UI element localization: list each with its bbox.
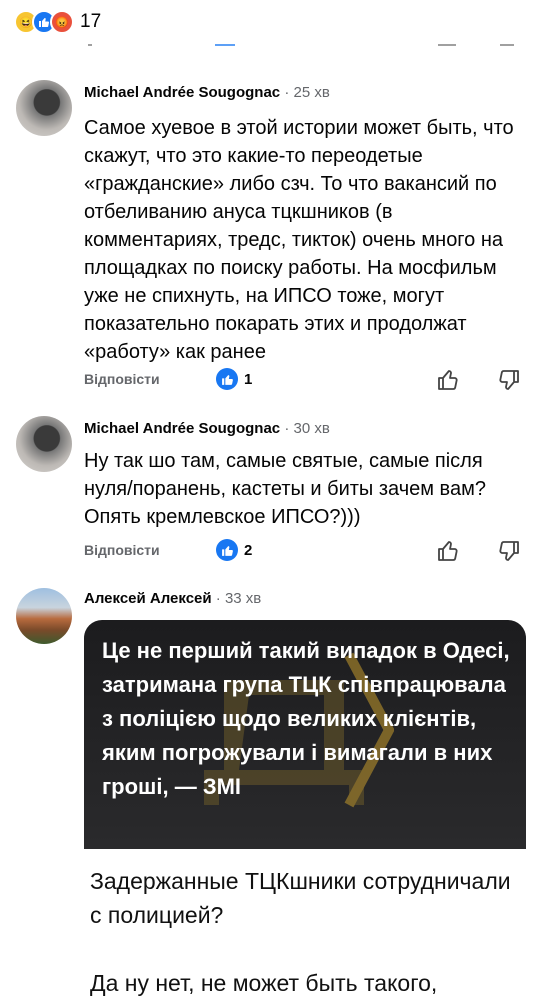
attachment-text: Задержанные ТЦКшники сотрудничали с поли… <box>90 864 520 999</box>
reaction-count: 17 <box>80 11 102 32</box>
attachment-text-line-1: Задержанные ТЦКшники сотрудничали с поли… <box>90 868 511 928</box>
like-count: 2 <box>244 541 253 559</box>
avatar[interactable] <box>16 416 72 472</box>
comment-time[interactable]: · 33 хв <box>212 590 262 607</box>
like-button-icon[interactable] <box>436 539 460 563</box>
comment-author[interactable]: Michael Andrée Sougognac · 30 хв <box>84 420 330 437</box>
attachment-text-line-2: Да ну нет, не может быть такого, <box>90 970 438 996</box>
comment-time[interactable]: · 25 хв <box>280 84 330 101</box>
angry-icon: 😡 <box>50 10 74 34</box>
reaction-summary[interactable]: 😆 😡 17 <box>14 10 101 34</box>
like-count-pill[interactable]: 2 <box>216 539 252 561</box>
comment-author[interactable]: Michael Andrée Sougognac · 25 хв <box>84 84 330 101</box>
dislike-button-icon[interactable] <box>497 539 521 563</box>
comment-time[interactable]: · 30 хв <box>280 420 330 437</box>
previous-actions-bar <box>0 38 538 56</box>
comment-attachment-image[interactable]: Це не перший такий випадок в Одесі, затр… <box>84 620 526 999</box>
like-icon <box>216 539 238 561</box>
like-count-pill[interactable]: 1 <box>216 368 252 390</box>
news-card: Це не перший такий випадок в Одесі, затр… <box>84 620 526 849</box>
like-count: 1 <box>244 370 253 388</box>
comment-actions: Відповісти 1 <box>84 368 524 394</box>
reply-button[interactable]: Відповісти <box>84 542 160 558</box>
like-button-icon[interactable] <box>436 368 460 392</box>
avatar[interactable] <box>16 80 72 136</box>
dislike-button-icon[interactable] <box>497 368 521 392</box>
like-icon <box>216 368 238 390</box>
comment-actions: Відповісти 2 <box>84 539 524 565</box>
news-headline: Це не перший такий випадок в Одесі, затр… <box>102 638 510 799</box>
comment-text: Самое хуевое в этой истории может быть, … <box>84 117 514 363</box>
avatar[interactable] <box>16 588 72 644</box>
comment-text: Ну так шо там, самые святые, самые після… <box>84 450 486 528</box>
reply-button[interactable]: Відповісти <box>84 371 160 387</box>
comment-author[interactable]: Алексей Алексей · 33 хв <box>84 590 261 607</box>
